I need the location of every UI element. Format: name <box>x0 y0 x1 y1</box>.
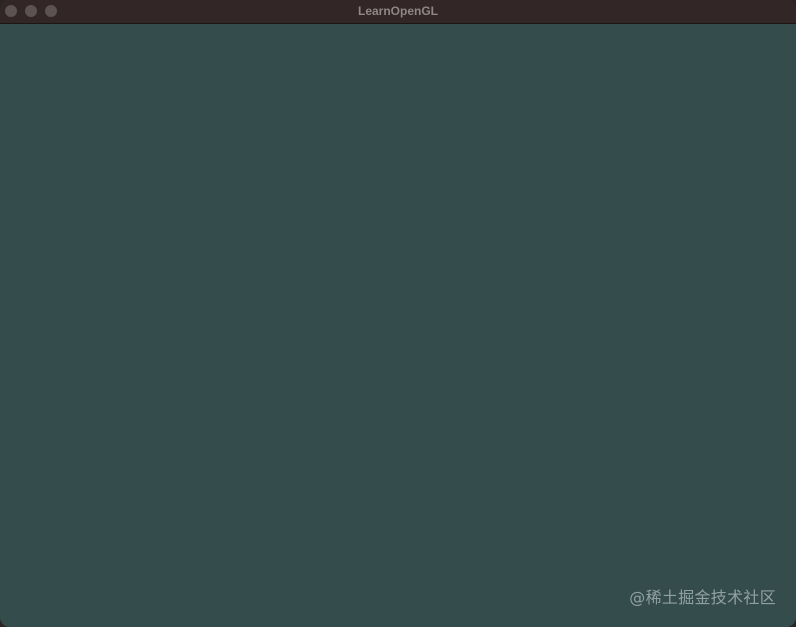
title-bar[interactable]: LearnOpenGL <box>0 0 796 24</box>
app-window: LearnOpenGL @稀土掘金技术社区 <box>0 0 796 627</box>
watermark: @稀土掘金技术社区 <box>629 588 776 607</box>
opengl-viewport[interactable]: @稀土掘金技术社区 <box>0 24 796 627</box>
window-title: LearnOpenGL <box>357 4 438 18</box>
